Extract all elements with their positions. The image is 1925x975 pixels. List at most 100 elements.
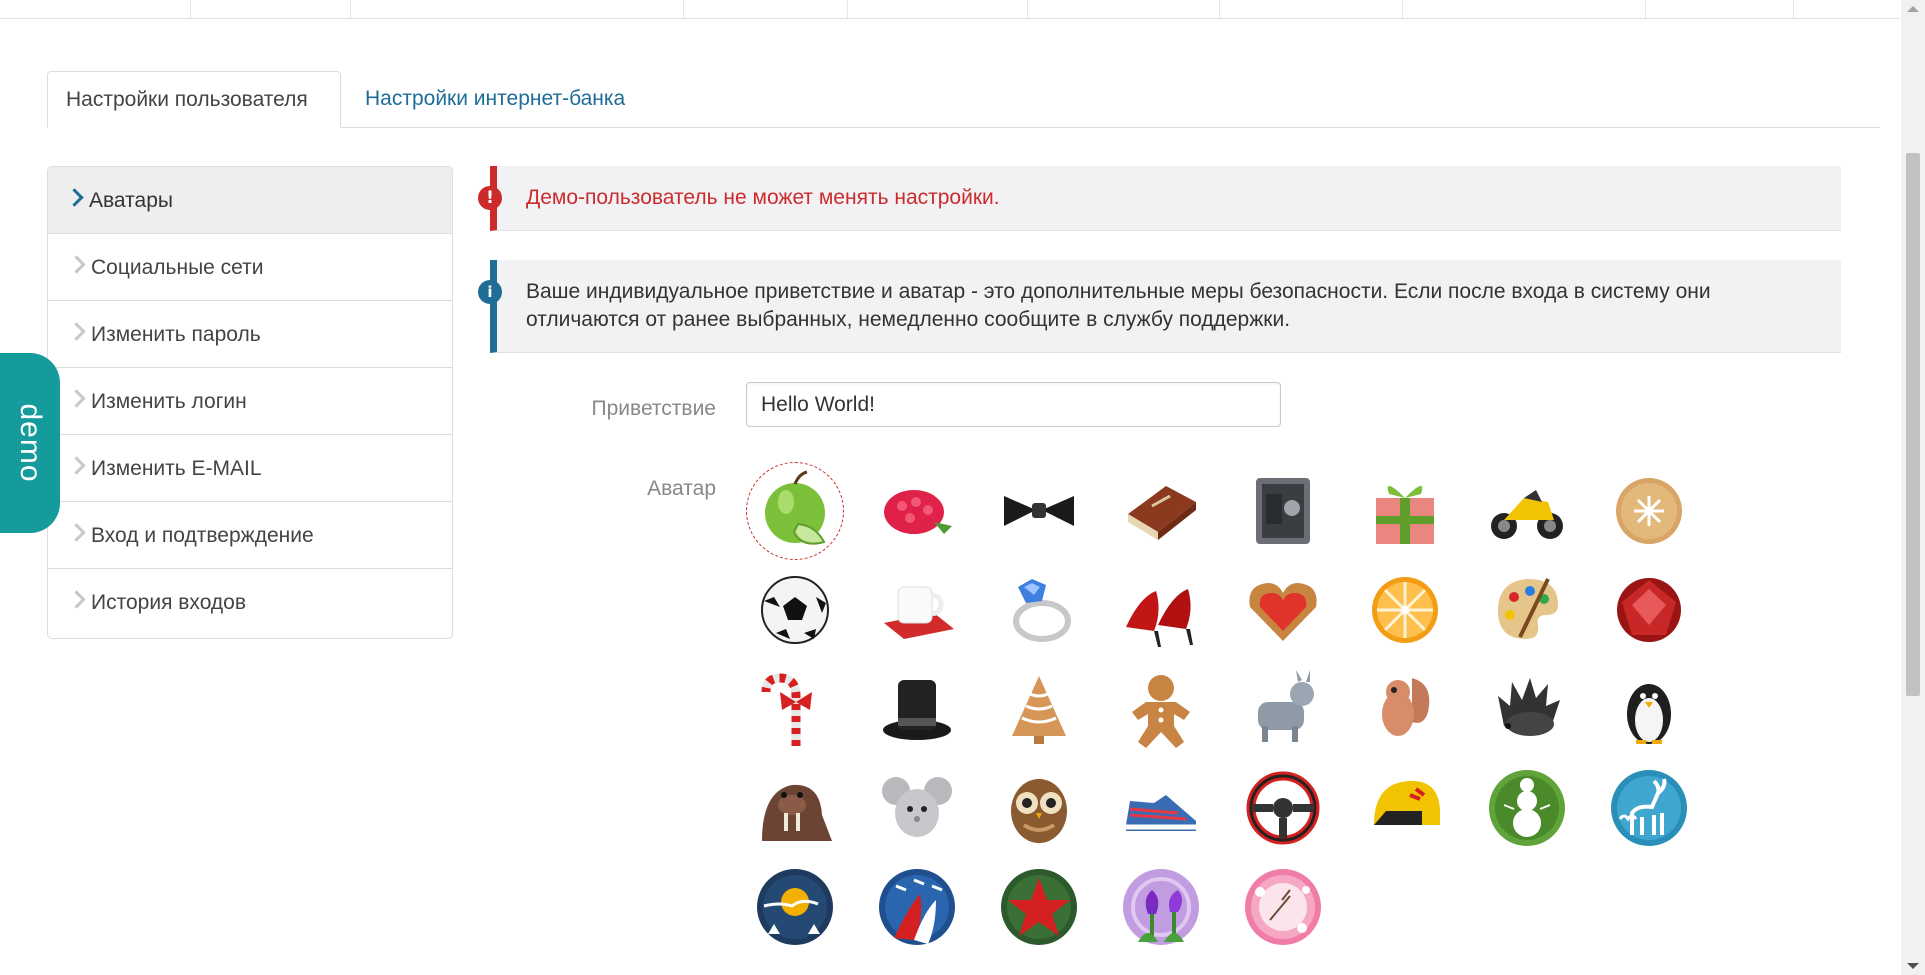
avatar-option[interactable] [751,863,839,951]
top-divider [1027,0,1028,18]
avatar-option[interactable] [995,764,1083,852]
avatar-option[interactable] [1483,566,1571,654]
avatar-option[interactable] [995,665,1083,753]
demo-badge[interactable]: demo [0,353,60,533]
chevron-right-icon [67,389,86,408]
avatar-option[interactable] [995,467,1083,555]
avatar-option[interactable] [873,467,961,555]
avatar-option[interactable] [1483,764,1571,852]
raspberry-icon [884,490,952,534]
high-heels-icon [1126,589,1193,647]
avatar-option[interactable] [1117,467,1205,555]
avatar-option[interactable] [1239,863,1327,951]
avatar-option[interactable] [1483,665,1571,753]
gift-icon [1376,485,1434,544]
sidebar-item-label: Социальные сети [91,256,264,279]
sidebar-item-label: Аватары [89,189,173,212]
motorcycle-icon [1491,490,1563,539]
avatar-option[interactable] [1117,665,1205,753]
greeting-input[interactable] [746,382,1281,427]
sidebar-item-change-email[interactable]: Изменить E-MAIL [48,435,452,502]
chevron-right-icon [65,188,84,207]
mouse-icon [882,777,952,837]
steering-wheel-icon [1246,771,1320,845]
sidebar-item-label: Вход и подтверждение [91,524,314,547]
top-strip [0,0,1900,19]
sidebar-item-change-password[interactable]: Изменить пароль [48,301,452,368]
scroll-down-icon[interactable] [1907,963,1919,969]
sidebar-item-login-history[interactable]: История входов [48,569,452,636]
avatar-option[interactable] [1605,764,1693,852]
avatar-option[interactable] [995,566,1083,654]
avatar-option[interactable] [1483,467,1571,555]
top-divider [847,0,848,18]
sneaker-icon [1126,795,1196,831]
settings-tabs: Настройки пользователя Настройки интерне… [47,71,1880,128]
scrollbar[interactable] [1901,0,1925,975]
avatar-option[interactable] [751,665,839,753]
avatar-option[interactable] [1239,566,1327,654]
sidebar-item-change-login[interactable]: Изменить логин [48,368,452,435]
avatar-option[interactable] [873,863,961,951]
avatar-option[interactable] [1239,467,1327,555]
orange-icon [1372,577,1438,643]
gingerbread-man-icon [1132,675,1190,748]
squirrel-icon [1382,678,1430,736]
snowman-icon [1489,770,1565,846]
avatar-option[interactable] [1117,764,1205,852]
sidebar-item-label: Изменить E-MAIL [91,457,262,480]
scroll-thumb[interactable] [1906,153,1920,696]
demo-warning-alert: ! Демо-пользователь не может менять наст… [478,166,1841,231]
reindeer-icon [1611,770,1687,846]
book-icon [1128,486,1196,540]
top-divider [1645,0,1646,18]
tab-user-settings[interactable]: Настройки пользователя [47,71,341,128]
top-divider [190,0,191,18]
avatar-option[interactable] [751,764,839,852]
top-divider [1219,0,1220,18]
chevron-right-icon [67,322,86,341]
greeting-label: Приветствие [591,397,716,420]
exclamation-icon: ! [478,186,502,210]
avatar-option[interactable] [873,764,961,852]
avatar-option[interactable] [751,566,839,654]
tulips-icon [1123,869,1199,945]
chevron-right-icon [67,255,86,274]
sidebar-item-label: Изменить логин [91,390,247,413]
avatar-option[interactable] [873,566,961,654]
palette-icon [1498,578,1558,639]
cookie-icon [1616,478,1682,544]
helmet-icon [1374,781,1440,825]
top-divider [1402,0,1403,18]
avatar-option[interactable] [1361,566,1449,654]
avatar-option[interactable] [873,665,961,753]
tab-bank-settings[interactable]: Настройки интернет-банка [347,71,643,127]
sidebar-item-label: История входов [91,591,246,614]
avatar-option[interactable] [1605,665,1693,753]
avatar-option[interactable] [1239,764,1327,852]
avatar-option[interactable] [1361,764,1449,852]
red-star-icon [1001,869,1077,945]
scroll-up-icon[interactable] [1907,6,1919,12]
avatar-option[interactable] [995,863,1083,951]
avatar-option[interactable] [1361,467,1449,555]
bow-tie-icon [1004,496,1074,526]
avatar-option[interactable] [1605,566,1693,654]
info-icon: i [478,280,502,304]
sidebar-item-social-networks[interactable]: Социальные сети [48,234,452,301]
sidebar-item-login-confirmation[interactable]: Вход и подтверждение [48,502,452,569]
avatar-option[interactable] [746,462,844,560]
jets-icon [879,869,955,945]
penguin-icon [1627,684,1671,744]
sidebar-item-avatars[interactable]: Аватары [48,167,452,234]
avatar-option[interactable] [1605,467,1693,555]
avatar-option[interactable] [1117,863,1205,951]
avatar-option[interactable] [1239,665,1327,753]
soccer-ball-icon [761,576,829,644]
avatar-option[interactable] [1361,665,1449,753]
heart-cookie-icon [1249,583,1317,641]
avatar-option[interactable] [1117,566,1205,654]
ring-icon [1013,579,1071,642]
christmas-tree-cookie-icon [1012,676,1066,744]
alert-text: Демо-пользователь не может менять настро… [526,186,1000,209]
